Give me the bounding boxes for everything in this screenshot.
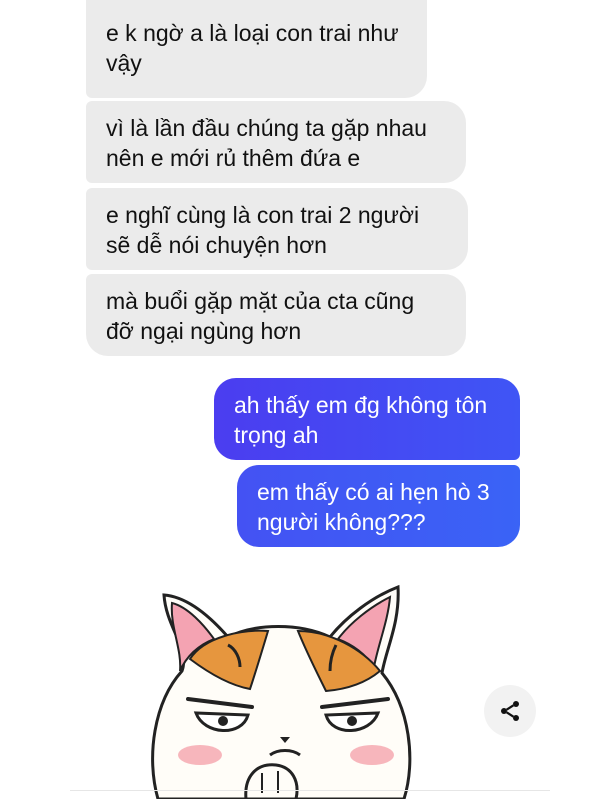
share-button[interactable] <box>484 685 536 737</box>
incoming-message[interactable]: e k ngờ a là loại con trai như vậy <box>86 0 427 98</box>
incoming-message[interactable]: mà buổi gặp mặt của cta cũng đỡ ngại ngù… <box>86 274 466 356</box>
share-icon <box>501 701 519 721</box>
outgoing-message[interactable]: ah thấy em đg không tôn trọng ah <box>214 378 520 460</box>
angry-cat-sticker-icon <box>151 584 412 799</box>
outgoing-message[interactable]: em thấy có ai hẹn hò 3 người không??? <box>237 465 520 547</box>
sticker-message[interactable] <box>86 567 466 799</box>
incoming-message[interactable]: vì là lần đầu chúng ta gặp nhau nên e mớ… <box>86 101 466 183</box>
chat-screen: e k ngờ a là loại con trai như vậy vì là… <box>0 0 600 799</box>
incoming-message[interactable]: e nghĩ cùng là con trai 2 người sẽ dễ nó… <box>86 188 468 270</box>
divider <box>70 790 550 791</box>
